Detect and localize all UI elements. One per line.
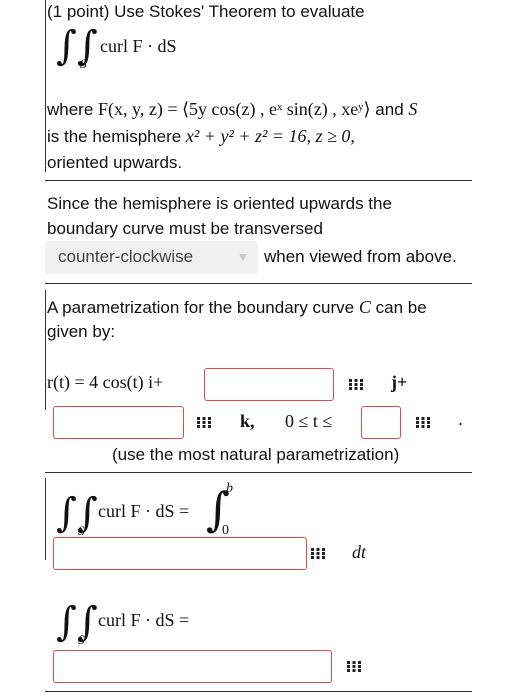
j-component-input[interactable] [204, 368, 334, 401]
vector-field: F(x, y, z) = ⟨5y cos(z) , eˣ sin(z) , xe… [98, 99, 371, 119]
chevron-down-icon: ▼ [237, 250, 249, 264]
upper-limit: b [226, 481, 233, 496]
problem-border-part2 [45, 290, 46, 410]
parametrization-hint: (use the most natural parametrization) [112, 445, 400, 464]
equation-editor-icon[interactable] [311, 548, 325, 559]
equation-editor-icon[interactable] [197, 417, 211, 428]
divider-1 [45, 180, 472, 181]
problem-border-top [45, 0, 46, 172]
k-label: k, [240, 411, 255, 431]
t-upper-input[interactable] [361, 406, 401, 439]
dropdown-value: counter-clockwise [58, 247, 194, 266]
equation-editor-icon[interactable] [347, 661, 361, 672]
problem-border-part3 [45, 478, 46, 560]
part2-text-line2: given by: [47, 322, 116, 341]
t-range: 0 ≤ t ≤ [285, 411, 333, 431]
where-word: where [47, 100, 94, 119]
equation-editor-icon[interactable] [349, 379, 363, 390]
divider-3 [45, 472, 472, 473]
integral-expression: curl F · dS [100, 36, 177, 56]
double-integral-sign: ∫∫ [56, 23, 98, 69]
surface-var: S [408, 99, 418, 119]
question-header: (1 point) Use Stokes' Theorem to evaluat… [47, 2, 365, 21]
part1-text-line2: boundary curve must be transversed [47, 219, 323, 238]
part2-text-post: can be [375, 298, 427, 317]
k-component-input[interactable] [53, 406, 184, 439]
integral-subscript: S [80, 56, 87, 71]
integrand-input[interactable] [53, 537, 307, 570]
surface-integral: ∫∫ S curl F · dS [52, 22, 192, 78]
part4-lhs-expression: curl F · dS = [98, 610, 190, 630]
part2-text-line1: A parametrization for the boundary curve… [47, 295, 427, 320]
orientation-dropdown[interactable]: counter-clockwise ▼ [45, 241, 258, 274]
double-integral-sign: ∫∫ [56, 490, 98, 536]
orientation-text: oriented upwards. [47, 153, 183, 172]
r-expression: r(t) = 4 cos(t) i+ [47, 372, 164, 392]
j-label: j+ [391, 372, 408, 392]
integral-lhs-part3: ∫∫ S curl F · dS = ∫ b 0 [52, 481, 312, 545]
integral-subscript: S [78, 632, 85, 647]
equation-editor-icon[interactable] [416, 417, 430, 428]
after-dropdown-text: when viewed from above. [264, 247, 457, 266]
hemisphere-prefix: is the hemisphere [47, 127, 182, 146]
divider-4 [45, 691, 472, 692]
period: . [458, 409, 464, 429]
hemisphere-equation: x² + y² + z² = 16, z ≥ 0, [185, 126, 355, 146]
and-word: and [375, 100, 404, 119]
double-integral-sign: ∫∫ [56, 599, 98, 645]
hemisphere-line: is the hemisphere x² + y² + z² = 16, z ≥… [47, 124, 355, 149]
final-answer-input[interactable] [53, 650, 332, 683]
part1-text-line1: Since the hemisphere is oriented upwards… [47, 194, 392, 213]
part2-text-pre: A parametrization for the boundary curve [47, 298, 355, 317]
divider-2 [45, 283, 472, 284]
dt-label: dt [352, 542, 367, 562]
field-definition-line: where F(x, y, z) = ⟨5y cos(z) , eˣ sin(z… [47, 97, 417, 122]
part3-lhs-expression: curl F · dS = [98, 501, 190, 521]
curve-var: C [358, 297, 371, 317]
integral-lhs-part4: ∫∫ S curl F · dS = [52, 596, 252, 652]
